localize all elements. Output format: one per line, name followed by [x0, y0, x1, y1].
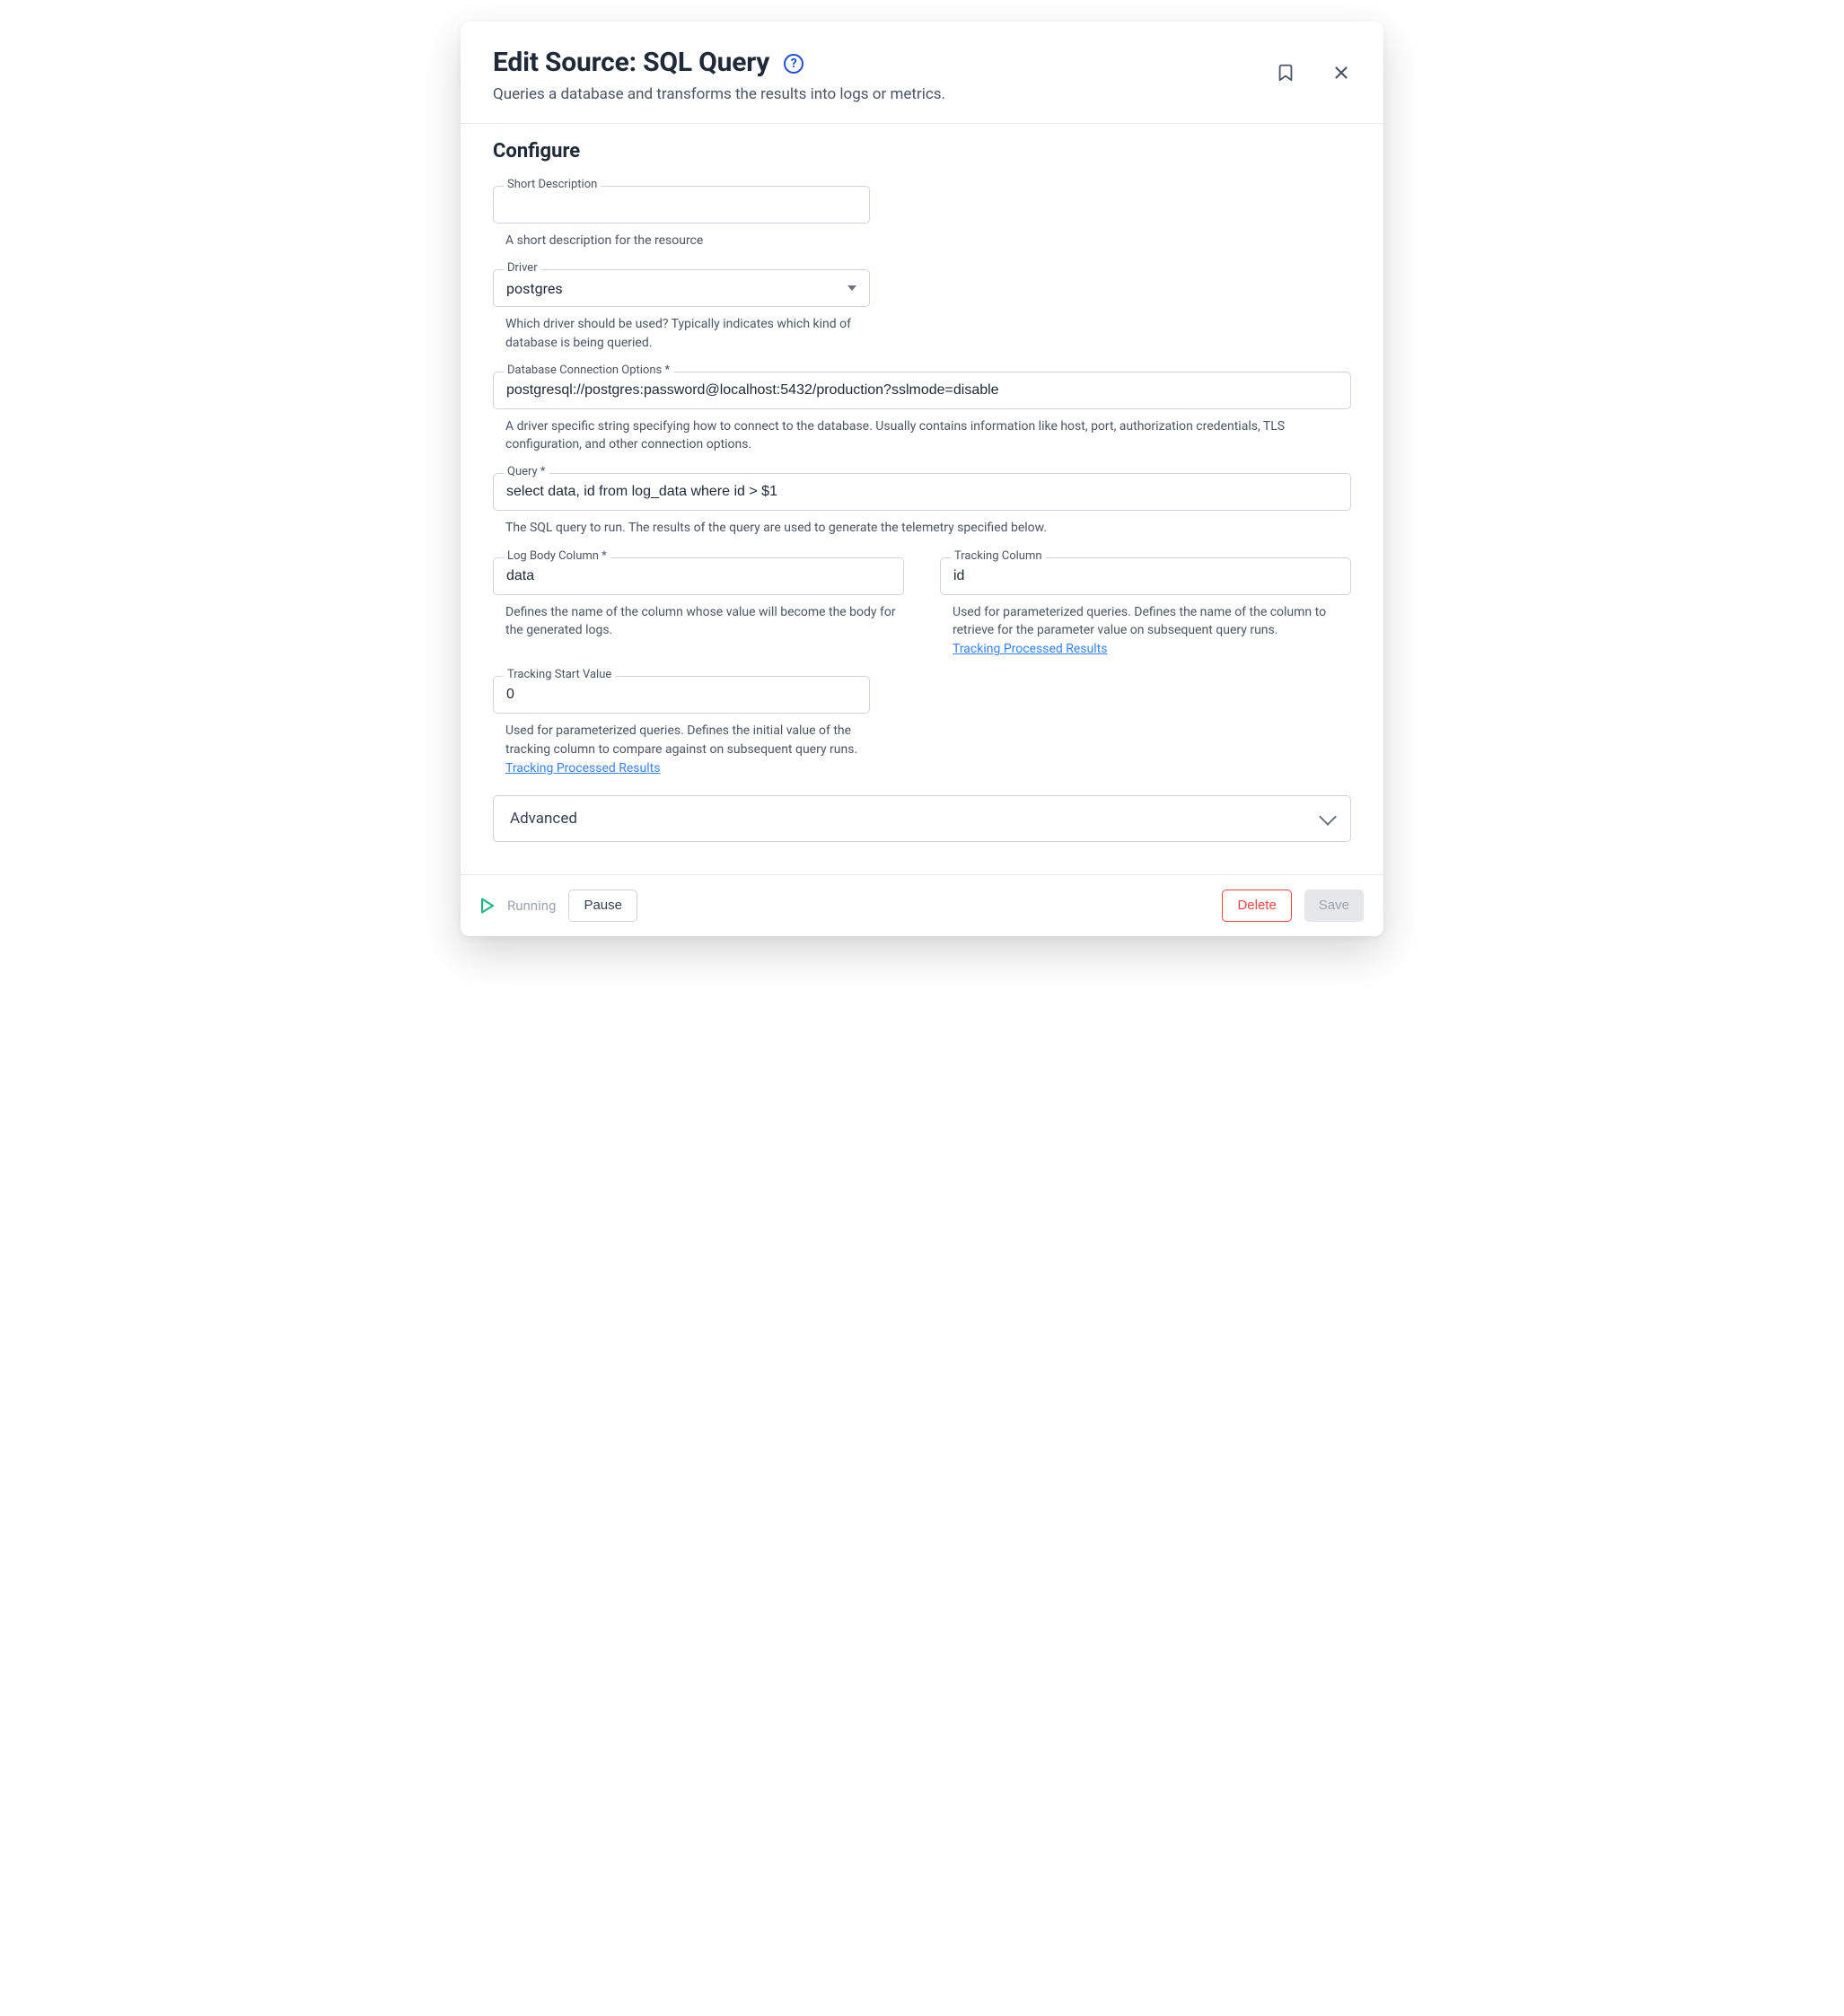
query-helper: The SQL query to run. The results of the… [493, 519, 1351, 537]
field-tracking-column: Tracking Column Used for parameterized q… [940, 557, 1351, 657]
field-driver: Driver postgres Which driver should be u… [493, 269, 870, 352]
field-short-description: Short Description A short description fo… [493, 186, 870, 250]
tracking-column-label: Tracking Column [951, 550, 1046, 562]
delete-button[interactable]: Delete [1222, 890, 1291, 922]
log-body-column-helper: Defines the name of the column whose val… [493, 603, 904, 640]
short-description-input[interactable] [493, 186, 870, 224]
field-connection: Database Connection Options * A driver s… [493, 372, 1351, 454]
tracking-column-link[interactable]: Tracking Processed Results [940, 642, 1107, 656]
field-log-body-column: Log Body Column * Defines the name of th… [493, 557, 904, 640]
tracking-start-value-input[interactable] [493, 676, 870, 714]
play-icon [480, 898, 495, 914]
log-body-column-label: Log Body Column * [504, 550, 610, 562]
edit-source-modal: Edit Source: SQL Query ? Queries a datab… [461, 22, 1383, 936]
tracking-start-value-label: Tracking Start Value [504, 669, 615, 680]
save-button: Save [1304, 890, 1364, 922]
driver-value: postgres [506, 280, 563, 297]
field-query: Query * The SQL query to run. The result… [493, 473, 1351, 537]
modal-body: Configure Short Description A short desc… [461, 124, 1383, 874]
connection-helper: A driver specific string specifying how … [493, 417, 1351, 454]
modal-subtitle: Queries a database and transforms the re… [493, 85, 1351, 103]
status-text: Running [507, 898, 556, 914]
pause-button[interactable]: Pause [568, 890, 637, 922]
driver-select[interactable]: postgres [493, 269, 870, 307]
connection-input[interactable] [493, 372, 1351, 409]
tracking-column-input[interactable] [940, 557, 1351, 595]
advanced-accordion[interactable]: Advanced [493, 795, 1351, 842]
query-label: Query * [504, 466, 549, 478]
help-icon[interactable]: ? [784, 54, 803, 74]
connection-label: Database Connection Options * [504, 364, 673, 376]
log-body-column-input[interactable] [493, 557, 904, 595]
section-title: Configure [493, 140, 1351, 162]
field-tracking-start-value: Tracking Start Value Used for parameteri… [493, 676, 870, 776]
driver-label: Driver [504, 262, 541, 274]
modal-footer: Running Pause Delete Save [461, 874, 1383, 936]
tracking-start-value-link[interactable]: Tracking Processed Results [493, 761, 660, 776]
short-description-label: Short Description [504, 179, 601, 190]
short-description-helper: A short description for the resource [493, 232, 870, 250]
modal-header: Edit Source: SQL Query ? Queries a datab… [461, 22, 1383, 124]
chevron-down-icon [847, 285, 856, 291]
modal-title: Edit Source: SQL Query [493, 47, 769, 78]
tracking-column-helper: Used for parameterized queries. Defines … [940, 603, 1351, 640]
driver-helper: Which driver should be used? Typically i… [493, 315, 870, 352]
advanced-label: Advanced [510, 810, 577, 828]
query-input[interactable] [493, 473, 1351, 511]
tracking-start-value-helper: Used for parameterized queries. Defines … [493, 722, 870, 758]
close-icon[interactable] [1331, 63, 1351, 83]
bookmark-icon[interactable] [1276, 63, 1295, 83]
chevron-down-icon [1319, 808, 1337, 826]
